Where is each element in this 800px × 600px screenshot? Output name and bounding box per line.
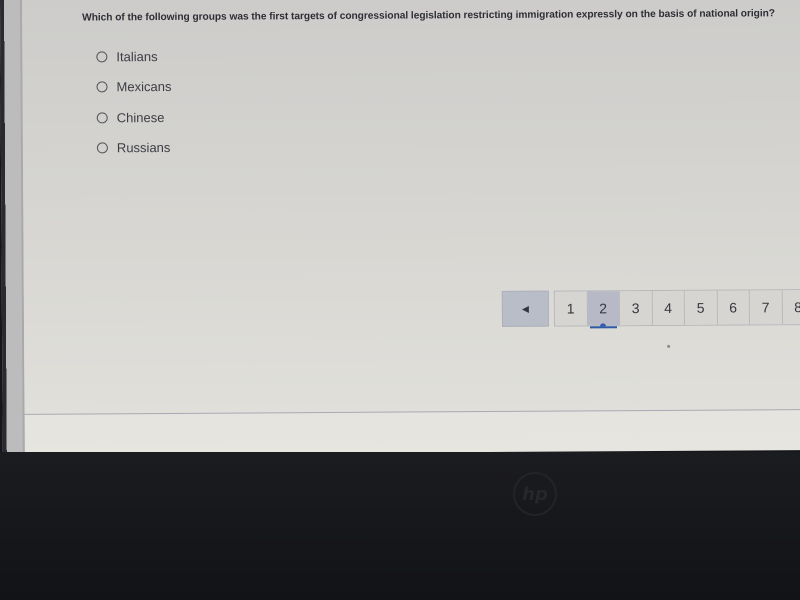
page-5-button[interactable]: 5 (684, 290, 718, 325)
pagination: ◀ 1 2 3 4 5 6 7 8 (501, 289, 800, 327)
option-chinese[interactable]: Chinese (96, 102, 172, 133)
radio-button[interactable] (96, 112, 108, 124)
option-mexicans[interactable]: Mexicans (96, 71, 172, 102)
question-text: Which of the following groups was the fi… (82, 8, 775, 24)
radio-button[interactable] (96, 81, 108, 93)
monitor-screen: Which of the following groups was the fi… (0, 0, 800, 455)
question-panel: Which of the following groups was the fi… (21, 0, 800, 415)
option-label: Mexicans (116, 79, 172, 95)
page-2-button[interactable]: 2 (587, 291, 620, 326)
radio-button[interactable] (96, 51, 108, 63)
option-label: Russians (116, 140, 171, 156)
hp-logo-icon: hp (513, 472, 557, 516)
page-6-button[interactable]: 6 (717, 290, 750, 325)
page-3-button[interactable]: 3 (619, 291, 653, 326)
page-list: 1 2 3 4 5 6 7 8 (553, 289, 800, 327)
page-4-button[interactable]: 4 (652, 290, 685, 326)
answer-options: Italians Mexicans Chinese Russians (96, 41, 172, 163)
page-1-button[interactable]: 1 (554, 291, 588, 326)
option-russians[interactable]: Russians (96, 132, 172, 163)
screen-speck (667, 344, 671, 348)
radio-button[interactable] (96, 142, 108, 154)
left-sidebar-rail (0, 0, 25, 455)
option-italians[interactable]: Italians (96, 41, 171, 72)
option-label: Italians (116, 48, 158, 65)
page-8-button[interactable]: 8 (782, 290, 800, 325)
triangle-left-icon: ◀ (521, 303, 529, 314)
monitor-bezel (0, 452, 800, 600)
page-7-button[interactable]: 7 (749, 290, 783, 325)
option-label: Chinese (116, 109, 165, 126)
previous-page-button[interactable]: ◀ (501, 290, 550, 327)
